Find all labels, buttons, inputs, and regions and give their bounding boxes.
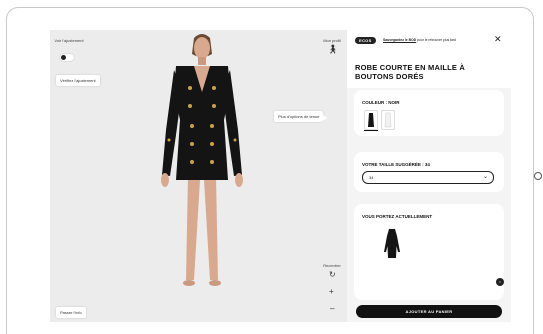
size-select-value: 34 [369, 175, 374, 180]
fit-toggle-label: Voir l'ajustement [54, 38, 84, 43]
zoom-out-icon[interactable]: – [330, 304, 334, 313]
wearing-card: VOUS PORTEZ ACTUELLEMENT [354, 204, 504, 300]
save-prompt: Sauvegardez le BOD pour le retrouver plu… [383, 38, 456, 42]
save-prompt-suffix: pour le retrouver plus tard [416, 38, 456, 42]
brand-logo: ECOS [355, 37, 376, 44]
pass-button[interactable]: Passer l'info [56, 307, 86, 318]
close-icon[interactable]: ✕ [494, 35, 502, 44]
panel-header: ECOS Sauvegardez le BOD pour le retrouve… [347, 30, 511, 88]
fit-toggle[interactable] [60, 54, 74, 61]
swatch-black[interactable] [364, 110, 378, 130]
info-badge[interactable]: • [496, 278, 504, 286]
swatch-white[interactable] [381, 110, 395, 130]
add-to-cart-button[interactable]: AJOUTER AU PANIER [356, 305, 502, 318]
my-profile-label: Mon profil [323, 38, 341, 43]
rotate-icon[interactable]: ↻ [329, 270, 336, 279]
person-icon[interactable]: 🚶︎ [327, 44, 338, 55]
size-card: VOTRE TAILLE SUGGÉRÉE : 34 34 ⌄ [354, 152, 504, 192]
selected-swatch-indicator [364, 130, 378, 131]
recenter-label: Recentrer [323, 263, 341, 268]
product-panel: ECOS Sauvegardez le BOD pour le retrouve… [347, 30, 511, 322]
color-card: COULEUR : NOIR [354, 90, 504, 136]
size-select[interactable]: 34 ⌄ [362, 171, 494, 184]
avatar-model [161, 34, 243, 286]
wearing-title: VOUS PORTEZ ACTUELLEMENT [362, 214, 433, 219]
avatar-viewer[interactable]: Voir l'ajustement Vérifiez l'ajustement [50, 30, 347, 322]
color-title: COULEUR : NOIR [362, 100, 400, 105]
product-title: ROBE COURTE EN MAILLE À BOUTONS DORÉS [355, 63, 466, 81]
zoom-in-icon[interactable]: + [329, 287, 334, 296]
chevron-down-icon: ⌄ [482, 174, 488, 180]
page-scroll-indicator[interactable] [534, 172, 542, 180]
save-link[interactable]: Sauvegardez le BOD [383, 38, 416, 42]
wearing-item-thumbnail[interactable] [384, 228, 400, 260]
check-fit-button[interactable]: Vérifiez l'ajustement [56, 75, 100, 86]
size-title: VOTRE TAILLE SUGGÉRÉE : 34 [362, 162, 430, 167]
more-options-button[interactable]: Plus d'options de tenue [274, 111, 328, 122]
